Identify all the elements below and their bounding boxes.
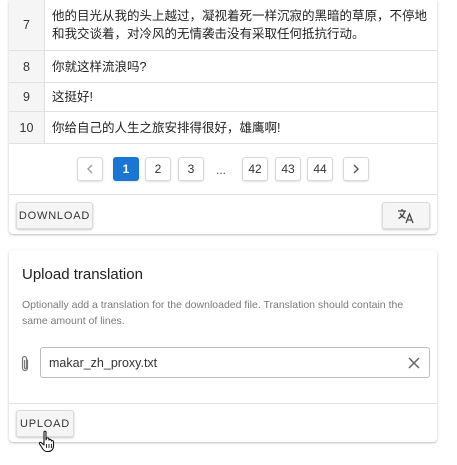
- page-button-43[interactable]: 43: [275, 157, 301, 181]
- line-number: 8: [9, 51, 45, 82]
- next-page-button[interactable]: [343, 157, 369, 181]
- line-number: 7: [9, 0, 45, 50]
- divider: [9, 194, 437, 195]
- chevron-right-icon: [353, 164, 359, 174]
- card-title: Upload translation: [22, 266, 143, 283]
- line-text: 你给自己的人生之旅安排得很好，雄鹰啊!: [52, 120, 281, 135]
- table-row: 10 你给自己的人生之旅安排得很好，雄鹰啊!: [9, 112, 437, 144]
- page-button-1[interactable]: 1: [113, 157, 139, 181]
- line-text: 这挺好!: [52, 90, 93, 104]
- upload-translation-card: Upload translation Optionally add a tran…: [9, 250, 437, 442]
- prev-page-button[interactable]: [77, 157, 103, 181]
- file-name-value: makar_zh_proxy.txt: [49, 356, 158, 370]
- table-row: 8 你就这样流浪吗?: [9, 51, 437, 83]
- line-number: 10: [9, 112, 45, 143]
- line-number: 9: [9, 83, 45, 111]
- page-button-3[interactable]: 3: [178, 157, 204, 181]
- close-icon[interactable]: [408, 357, 420, 369]
- page-button-44[interactable]: 44: [307, 157, 333, 181]
- divider: [9, 403, 437, 404]
- pagination-ellipsis: ...: [216, 163, 227, 177]
- table-row: 7 他的目光从我的头上越过，凝视着死一样沉寂的黑暗的草原，不停地和我交谈着，对冷…: [9, 0, 437, 51]
- pagination: 1 2 3 ... 42 43 44: [9, 157, 437, 181]
- text-preview-card: 7 他的目光从我的头上越过，凝视着死一样沉寂的黑暗的草原，不停地和我交谈着，对冷…: [9, 0, 437, 234]
- card-description: Optionally add a translation for the dow…: [22, 299, 404, 327]
- table-row: 9 这挺好!: [9, 83, 437, 112]
- download-button[interactable]: DOWNLOAD: [16, 202, 93, 229]
- paperclip-icon: [21, 355, 29, 372]
- line-text: 他的目光从我的头上越过，凝视着死一样沉寂的黑暗的草原，不停地和我交谈着，对冷风的…: [52, 9, 428, 41]
- translate-icon: [398, 208, 414, 223]
- hand-cursor-icon: [38, 430, 55, 453]
- line-text: 你就这样流浪吗?: [52, 59, 147, 74]
- chevron-left-icon: [87, 164, 93, 174]
- page-button-2[interactable]: 2: [145, 157, 171, 181]
- translate-button[interactable]: [382, 202, 430, 229]
- page-button-42[interactable]: 42: [242, 157, 268, 181]
- file-input[interactable]: makar_zh_proxy.txt: [40, 347, 430, 378]
